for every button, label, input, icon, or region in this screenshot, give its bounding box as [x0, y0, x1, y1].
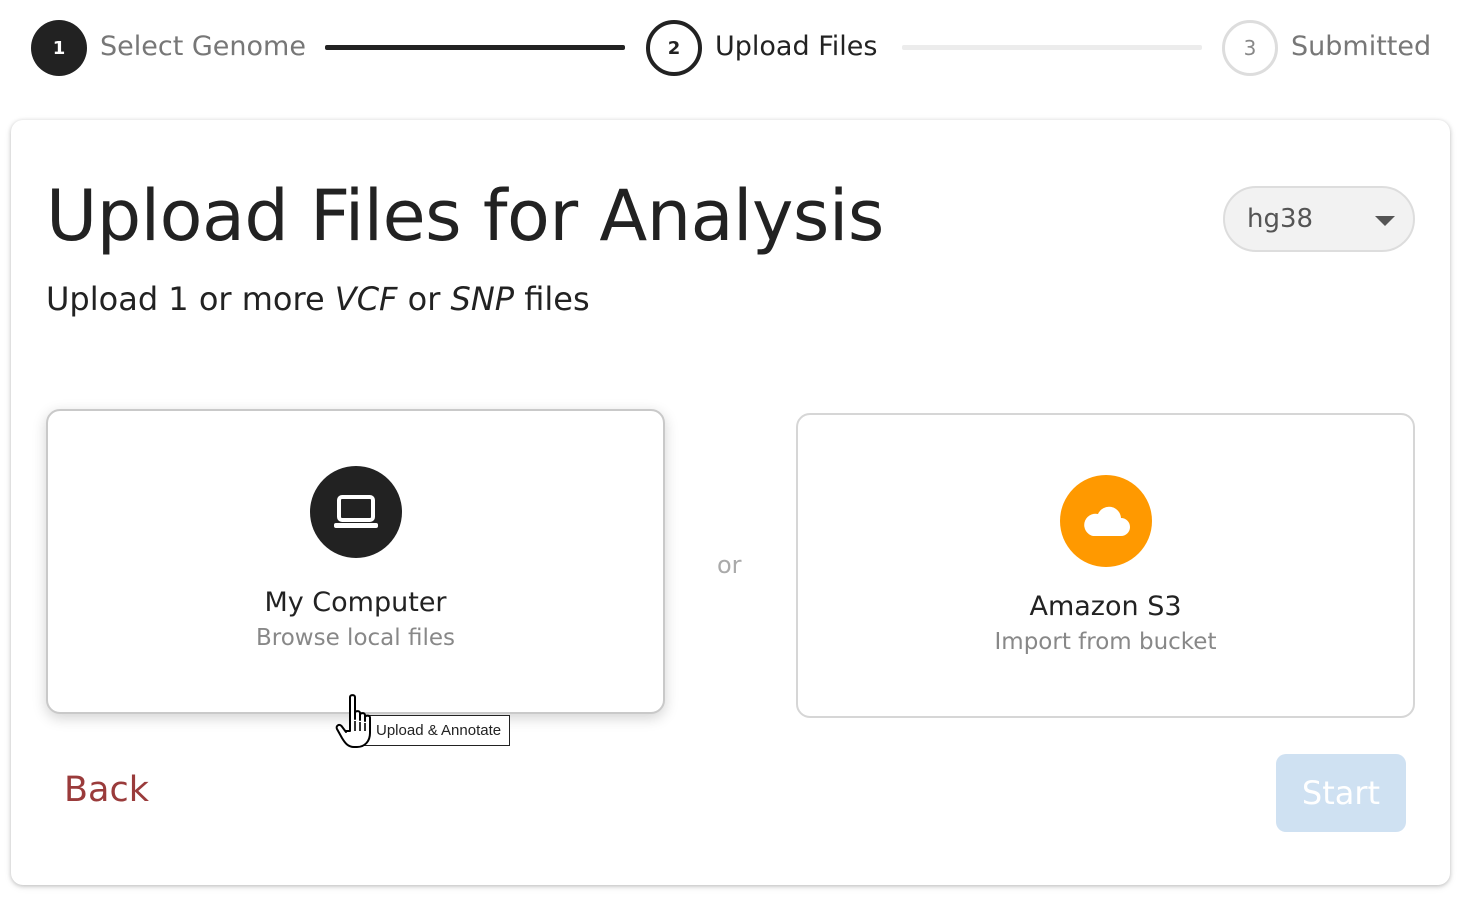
step-2-label: Upload Files: [715, 31, 878, 62]
my-computer-description: Browse local files: [256, 625, 455, 651]
start-button[interactable]: Start: [1276, 754, 1406, 832]
progress-stepper: 1 Select Genome 2 Upload Files 3 Submitt…: [0, 0, 1463, 100]
subtitle-format-snp: SNP: [450, 280, 515, 318]
genome-select[interactable]: hg38: [1223, 186, 1415, 252]
step-2-number: 2: [667, 37, 681, 59]
amazon-s3-title: Amazon S3: [1029, 591, 1182, 622]
tooltip-text: Upload & Annotate: [376, 722, 502, 739]
upload-card: Upload Files for Analysis Upload 1 or mo…: [11, 120, 1450, 885]
subtitle-mid: or: [397, 280, 451, 318]
cloud-icon: [1060, 475, 1152, 567]
chevron-down-icon: [1375, 216, 1395, 226]
subtitle-suffix: files: [514, 280, 590, 318]
tooltip: Upload & Annotate: [361, 715, 511, 746]
hand-cursor-icon: [335, 694, 371, 748]
page-title: Upload Files for Analysis: [46, 175, 884, 257]
step-3-circle: 3: [1222, 20, 1278, 76]
subtitle-format-vcf: VCF: [334, 280, 398, 318]
amazon-s3-description: Import from bucket: [994, 629, 1217, 655]
step-1-label: Select Genome: [100, 31, 306, 62]
subtitle-prefix: Upload 1 or more: [46, 280, 335, 318]
step-connector-complete: [325, 45, 625, 50]
amazon-s3-option[interactable]: Amazon S3 Import from bucket: [796, 413, 1415, 718]
step-2-circle: 2: [646, 20, 702, 76]
laptop-icon: [310, 466, 402, 558]
step-3-label: Submitted: [1291, 31, 1432, 62]
my-computer-title: My Computer: [264, 587, 447, 618]
step-3-number: 3: [1243, 36, 1257, 60]
genome-select-value: hg38: [1247, 204, 1314, 234]
page-subtitle: Upload 1 or more VCF or SNP files: [46, 280, 590, 318]
my-computer-option[interactable]: My Computer Browse local files: [46, 409, 665, 714]
step-connector-incomplete: [902, 45, 1202, 50]
step-1-number: 1: [52, 37, 66, 59]
back-button[interactable]: Back: [64, 770, 149, 810]
or-separator: or: [717, 551, 742, 579]
step-1-circle: 1: [31, 20, 87, 76]
